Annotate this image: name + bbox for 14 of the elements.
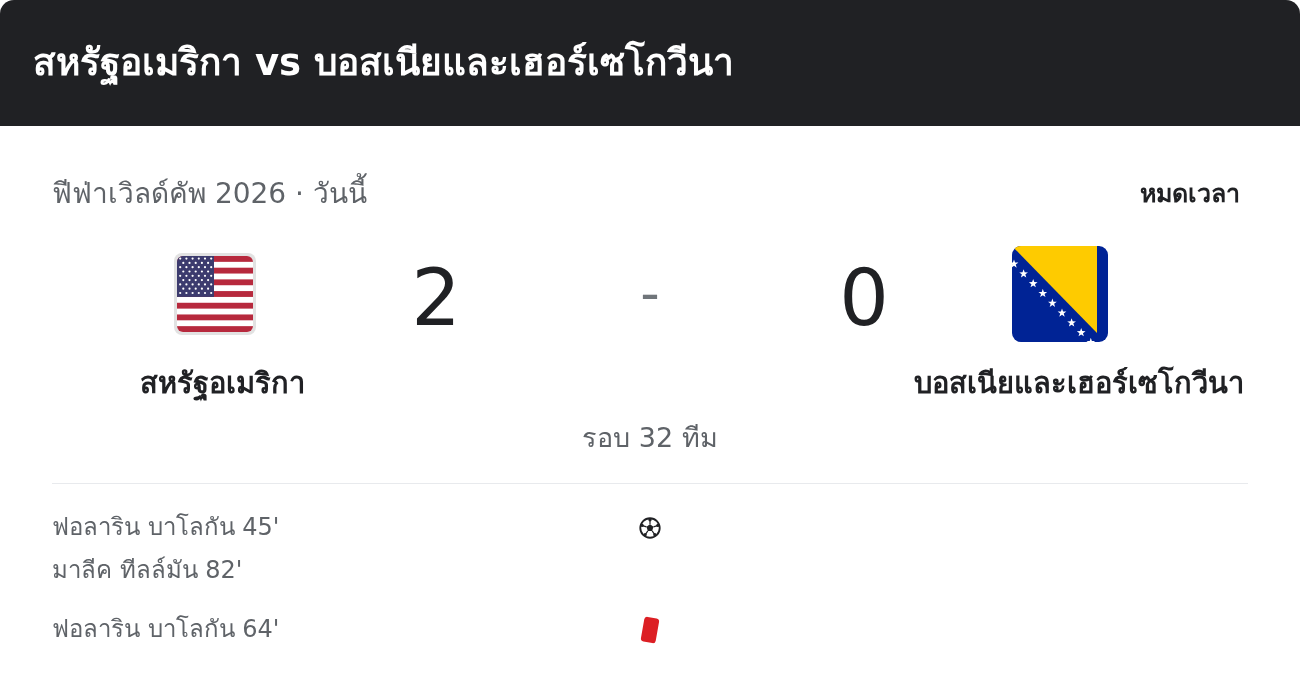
flag-icon: [174, 253, 256, 335]
team-name: สหรัฐอเมริกา: [139, 365, 305, 403]
score: 0: [839, 254, 889, 342]
match-status: หมดเวลา: [1140, 178, 1240, 210]
event-text: ฟอลาริน บาโลกัน 45': [52, 512, 280, 543]
soccer-ball-icon: [639, 516, 661, 539]
score: 2: [411, 254, 461, 342]
event-text: ฟอลาริน บาโลกัน 64': [52, 614, 280, 645]
event-text: มาลีค ทีลล์มัน 82': [52, 555, 243, 586]
stage-label: รอบ 32 ทีม: [582, 421, 718, 455]
score-separator: -: [640, 264, 660, 324]
flag-icon: [1012, 246, 1108, 342]
match-title: สหรัฐอเมริกา vs บอสเนียและเฮอร์เซโกวีนา: [33, 39, 734, 88]
team-name: บอสเนียและเฮอร์เซโกวีนา: [914, 365, 1244, 402]
